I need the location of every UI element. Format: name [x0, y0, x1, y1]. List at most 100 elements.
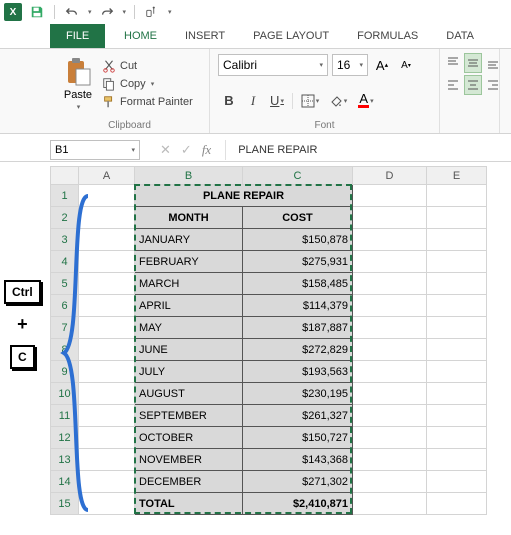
cell-E8[interactable] — [427, 339, 487, 361]
cell-A6[interactable] — [79, 295, 135, 317]
cell-B1[interactable]: PLANE REPAIR — [135, 185, 353, 207]
undo-icon[interactable] — [63, 3, 81, 21]
cell-B2[interactable]: MONTH — [135, 207, 243, 229]
tab-data[interactable]: DATA — [432, 24, 488, 48]
copy-button[interactable]: Copy▾ — [102, 77, 193, 91]
cancel-formula-icon[interactable]: ✕ — [160, 142, 171, 158]
cell-D14[interactable] — [353, 471, 427, 493]
cell-E2[interactable] — [427, 207, 487, 229]
cell-A9[interactable] — [79, 361, 135, 383]
row-header-14[interactable]: 14 — [51, 471, 79, 493]
align-right-icon[interactable] — [484, 75, 502, 95]
spreadsheet-grid[interactable]: ABCDE1PLANE REPAIR2MONTHCOST3JANUARY$150… — [50, 166, 487, 515]
cell-E15[interactable] — [427, 493, 487, 515]
row-header-5[interactable]: 5 — [51, 273, 79, 295]
cell-C4[interactable]: $275,931 — [243, 251, 353, 273]
cell-B4[interactable]: FEBRUARY — [135, 251, 243, 273]
borders-button[interactable]: ▾ — [297, 90, 323, 112]
underline-button[interactable]: U▾ — [266, 90, 288, 112]
redo-icon[interactable] — [98, 3, 116, 21]
cell-A2[interactable] — [79, 207, 135, 229]
row-header-7[interactable]: 7 — [51, 317, 79, 339]
cell-D1[interactable] — [353, 185, 427, 207]
cell-D2[interactable] — [353, 207, 427, 229]
cell-B7[interactable]: MAY — [135, 317, 243, 339]
cell-C5[interactable]: $158,485 — [243, 273, 353, 295]
row-header-6[interactable]: 6 — [51, 295, 79, 317]
cell-D12[interactable] — [353, 427, 427, 449]
cell-D5[interactable] — [353, 273, 427, 295]
paste-button[interactable]: Paste ▾ — [58, 53, 98, 115]
cell-C3[interactable]: $150,878 — [243, 229, 353, 251]
save-icon[interactable] — [28, 3, 46, 21]
cell-E5[interactable] — [427, 273, 487, 295]
cell-C2[interactable]: COST — [243, 207, 353, 229]
cell-C10[interactable]: $230,195 — [243, 383, 353, 405]
cell-B10[interactable]: AUGUST — [135, 383, 243, 405]
align-top-icon[interactable] — [444, 53, 462, 73]
tab-home[interactable]: HOME — [110, 24, 171, 48]
cell-A1[interactable] — [79, 185, 135, 207]
cell-B15[interactable]: TOTAL — [135, 493, 243, 515]
italic-button[interactable]: I — [242, 90, 264, 112]
cell-B11[interactable]: SEPTEMBER — [135, 405, 243, 427]
cell-D11[interactable] — [353, 405, 427, 427]
bold-button[interactable]: B — [218, 90, 240, 112]
row-header-8[interactable]: 8 — [51, 339, 79, 361]
align-left-icon[interactable] — [444, 75, 462, 95]
cell-C13[interactable]: $143,368 — [243, 449, 353, 471]
col-header-D[interactable]: D — [353, 167, 427, 185]
cell-C12[interactable]: $150,727 — [243, 427, 353, 449]
align-bottom-icon[interactable] — [484, 53, 502, 73]
cell-E6[interactable] — [427, 295, 487, 317]
undo-dropdown-icon[interactable]: ▾ — [88, 8, 92, 16]
cell-D4[interactable] — [353, 251, 427, 273]
cell-D8[interactable] — [353, 339, 427, 361]
redo-dropdown-icon[interactable]: ▾ — [123, 8, 127, 16]
cell-D13[interactable] — [353, 449, 427, 471]
cell-A15[interactable] — [79, 493, 135, 515]
cell-E11[interactable] — [427, 405, 487, 427]
cell-D10[interactable] — [353, 383, 427, 405]
cell-A7[interactable] — [79, 317, 135, 339]
format-painter-button[interactable]: Format Painter — [102, 95, 193, 109]
formula-input[interactable]: PLANE REPAIR — [225, 140, 317, 160]
cell-A8[interactable] — [79, 339, 135, 361]
tab-file[interactable]: FILE — [50, 24, 105, 48]
row-header-2[interactable]: 2 — [51, 207, 79, 229]
paste-dropdown-icon[interactable]: ▾ — [77, 103, 81, 111]
row-header-15[interactable]: 15 — [51, 493, 79, 515]
col-header-B[interactable]: B — [135, 167, 243, 185]
cell-B13[interactable]: NOVEMBER — [135, 449, 243, 471]
font-color-button[interactable]: A▾ — [353, 90, 379, 112]
tab-insert[interactable]: INSERT — [171, 24, 239, 48]
cell-C6[interactable]: $114,379 — [243, 295, 353, 317]
qat-customize-icon[interactable]: ▾ — [168, 8, 172, 16]
cut-button[interactable]: Cut — [102, 59, 193, 73]
cell-B14[interactable]: DECEMBER — [135, 471, 243, 493]
tab-page-layout[interactable]: PAGE LAYOUT — [239, 24, 343, 48]
cell-C14[interactable]: $271,302 — [243, 471, 353, 493]
cell-B3[interactable]: JANUARY — [135, 229, 243, 251]
col-header-C[interactable]: C — [243, 167, 353, 185]
cell-C8[interactable]: $272,829 — [243, 339, 353, 361]
cell-E7[interactable] — [427, 317, 487, 339]
col-header-E[interactable]: E — [427, 167, 487, 185]
cell-B5[interactable]: MARCH — [135, 273, 243, 295]
row-header-13[interactable]: 13 — [51, 449, 79, 471]
cell-E3[interactable] — [427, 229, 487, 251]
increase-font-icon[interactable]: A▴ — [372, 54, 392, 76]
name-box[interactable]: B1▾ — [50, 140, 140, 160]
cell-E14[interactable] — [427, 471, 487, 493]
fx-icon[interactable]: fx — [202, 142, 211, 158]
font-name-select[interactable]: Calibri▾ — [218, 54, 328, 76]
cell-D6[interactable] — [353, 295, 427, 317]
cell-E1[interactable] — [427, 185, 487, 207]
row-header-9[interactable]: 9 — [51, 361, 79, 383]
cell-E12[interactable] — [427, 427, 487, 449]
cell-B12[interactable]: OCTOBER — [135, 427, 243, 449]
cell-D7[interactable] — [353, 317, 427, 339]
cell-C7[interactable]: $187,887 — [243, 317, 353, 339]
cell-A3[interactable] — [79, 229, 135, 251]
cell-A11[interactable] — [79, 405, 135, 427]
